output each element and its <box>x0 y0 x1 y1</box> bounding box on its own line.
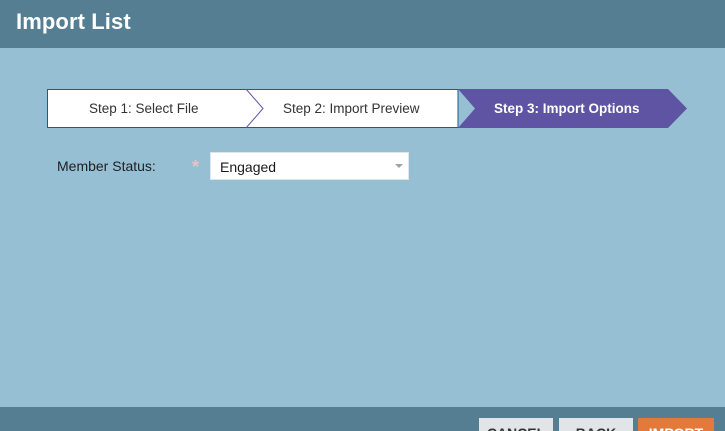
back-button[interactable]: BACK <box>559 418 633 431</box>
cancel-button[interactable]: CANCEL <box>479 418 553 431</box>
member-status-label: Member Status: <box>57 158 156 174</box>
chevron-down-icon <box>395 164 403 168</box>
step-wizard: Step 1: Select File Step 2: Import Previ… <box>47 89 687 128</box>
import-button[interactable]: IMPORT <box>638 418 714 431</box>
step-select-file[interactable]: Step 1: Select File <box>89 89 199 128</box>
step-import-preview[interactable]: Step 2: Import Preview <box>283 89 420 128</box>
member-status-select[interactable]: Engaged <box>210 152 409 180</box>
member-status-value: Engaged <box>220 159 277 175</box>
dialog-footer: CANCEL BACK IMPORT <box>0 407 725 431</box>
dialog-title: Import List <box>16 9 131 34</box>
required-asterisk-icon: * <box>192 157 200 177</box>
import-list-dialog: Import List Step 1: Select File Step 2: … <box>0 0 725 431</box>
dialog-header: Import List <box>0 0 725 48</box>
step-import-options[interactable]: Step 3: Import Options <box>494 89 640 128</box>
